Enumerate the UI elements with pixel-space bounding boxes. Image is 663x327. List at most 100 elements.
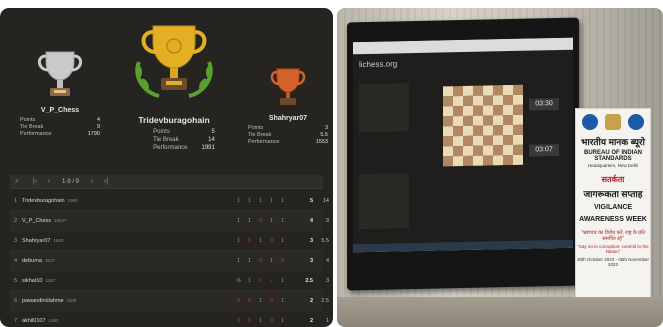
silver-trophy-icon — [38, 51, 82, 96]
banner-subtitle: Headquarters, New Delhi — [587, 163, 639, 168]
podium-second-name[interactable]: V_P_Chess — [20, 107, 100, 114]
row-scores: 00101 — [236, 317, 285, 324]
board-square — [483, 95, 493, 106]
row-rank: 6 — [14, 297, 18, 304]
row-tiebreak: 4 — [325, 257, 329, 264]
row-player[interactable]: pawandiroliahme 1109 — [22, 298, 142, 304]
bronze-trophy-icon — [270, 68, 306, 105]
board-square — [443, 156, 453, 167]
first-page-icon[interactable]: |‹ — [28, 178, 42, 185]
tournament-results-panel: V_P_Chess Points 4 Tie Break 9 Performan… — [0, 8, 333, 327]
board-square — [443, 116, 453, 127]
board-square — [493, 105, 503, 116]
row-rank: 2 — [14, 217, 18, 224]
windows-taskbar — [353, 239, 573, 253]
row-scores: 11011 — [236, 217, 285, 224]
board-square — [493, 115, 503, 126]
board-square — [473, 95, 483, 106]
board-square — [473, 155, 483, 166]
board-square — [463, 145, 473, 156]
board-square — [483, 85, 493, 96]
performance-label: Performance — [20, 131, 52, 137]
board-square — [443, 106, 453, 117]
tiebreak-value: 14 — [208, 137, 215, 143]
performance-value: 1991 — [201, 145, 215, 151]
table-row[interactable]: 4 debuma 1517 11010 3 4 — [10, 251, 329, 271]
row-tiebreak: 9 — [325, 217, 329, 224]
board-square — [493, 85, 503, 96]
podium: V_P_Chess Points 4 Tie Break 9 Performan… — [0, 8, 333, 168]
board-square — [493, 95, 503, 106]
points-label: Points — [248, 125, 264, 131]
board-square — [493, 135, 503, 146]
standings-pager: ⌕ |‹ ‹ 1-9 / 9 › ›| — [10, 175, 323, 189]
row-tiebreak: 3 — [325, 277, 329, 284]
standings-table: 1 Tridevburagohain 1990 11111 5 14 2 V_P_… — [10, 191, 329, 327]
row-player[interactable]: akhil0107 1482 — [22, 318, 142, 324]
tv-screen: lichess.org 03:30 03:07 — [353, 37, 573, 253]
podium-first-stats: Points 5 Tie Break 14 Performance 1991 — [140, 128, 228, 152]
board-square — [503, 104, 513, 116]
podium-first-name[interactable]: Tridevburagohain — [120, 115, 228, 125]
board-square — [453, 156, 463, 167]
row-tiebreak: 14 — [322, 197, 329, 204]
board-square — [513, 94, 523, 105]
floor — [337, 297, 663, 327]
board-square — [513, 124, 523, 135]
board-square — [443, 146, 453, 157]
search-icon[interactable]: ⌕ — [10, 178, 24, 186]
row-total: 2 — [309, 317, 313, 324]
performance-value: 1553 — [315, 139, 328, 145]
podium-third-name[interactable]: Shahryar07 — [248, 115, 328, 122]
row-player[interactable]: Tridevburagohain 1990 — [22, 198, 142, 204]
table-row[interactable]: 7 akhil0107 1482 00101 2 1 — [10, 311, 329, 327]
table-row[interactable]: 5 sikhat10 1157 ½10-1 2.5 3 — [10, 271, 329, 291]
board-square — [463, 85, 473, 96]
board-square — [443, 126, 453, 137]
tiebreak-value: 5.5 — [320, 132, 328, 138]
board-square — [453, 86, 463, 97]
board-square — [443, 136, 453, 147]
row-total: 2 — [309, 297, 313, 304]
board-square — [463, 125, 473, 136]
points-value: 4 — [96, 117, 100, 123]
board-square — [513, 114, 523, 125]
board-square — [503, 84, 513, 96]
row-player[interactable]: sikhat10 1157 — [22, 278, 142, 284]
banner-awareness-week: AWARENESS WEEK — [579, 216, 647, 223]
row-player[interactable]: V_P_Chess 1654? — [22, 218, 142, 224]
tiebreak-label: Tie Break — [20, 124, 44, 130]
table-row[interactable]: 6 pawandiroliahme 1109 00101 2 2.5 — [10, 291, 329, 311]
screenshot-collage: V_P_Chess Points 4 Tie Break 9 Performan… — [0, 0, 663, 327]
row-player[interactable]: Shahryar07 1620 — [22, 238, 142, 244]
podium-second-stats: Points 4 Tie Break 9 Performance 1790 — [20, 117, 100, 138]
next-page-icon[interactable]: › — [85, 178, 99, 185]
tiebreak-value: 9 — [96, 124, 100, 130]
board-square — [453, 116, 463, 127]
table-row[interactable]: 3 Shahryar07 1620 10101 3 5.5 — [10, 231, 329, 251]
chess-board — [443, 84, 523, 167]
national-emblem-icon — [604, 114, 621, 130]
board-square — [483, 105, 493, 116]
row-tiebreak: 5.5 — [321, 237, 329, 244]
bis-banner: भारतीय मानक ब्यूरो BUREAU OF INDIAN STAN… — [575, 108, 651, 327]
last-page-icon[interactable]: ›| — [99, 178, 113, 185]
row-tiebreak: 1 — [325, 317, 329, 324]
board-square — [483, 155, 493, 166]
table-row[interactable]: 2 V_P_Chess 1654? 11011 4 9 — [10, 211, 329, 231]
board-square — [493, 125, 503, 136]
row-player[interactable]: debuma 1517 — [22, 258, 142, 264]
board-square — [483, 145, 493, 156]
board-square — [503, 114, 513, 126]
banner-hindi-week: जागरूकता सप्ताह — [583, 189, 643, 199]
banner-english-title: BUREAU OF INDIAN STANDARDS — [584, 150, 642, 162]
board-square — [463, 115, 473, 126]
clock-top: 03:30 — [529, 97, 559, 111]
row-scores: 11111 — [236, 197, 285, 204]
performance-value: 1790 — [87, 131, 100, 137]
row-total: 2.5 — [305, 277, 313, 284]
prev-page-icon[interactable]: ‹ — [42, 178, 56, 185]
table-row[interactable]: 1 Tridevburagohain 1990 11111 5 14 — [10, 191, 329, 211]
board-square — [453, 126, 463, 137]
board-square — [483, 135, 493, 146]
